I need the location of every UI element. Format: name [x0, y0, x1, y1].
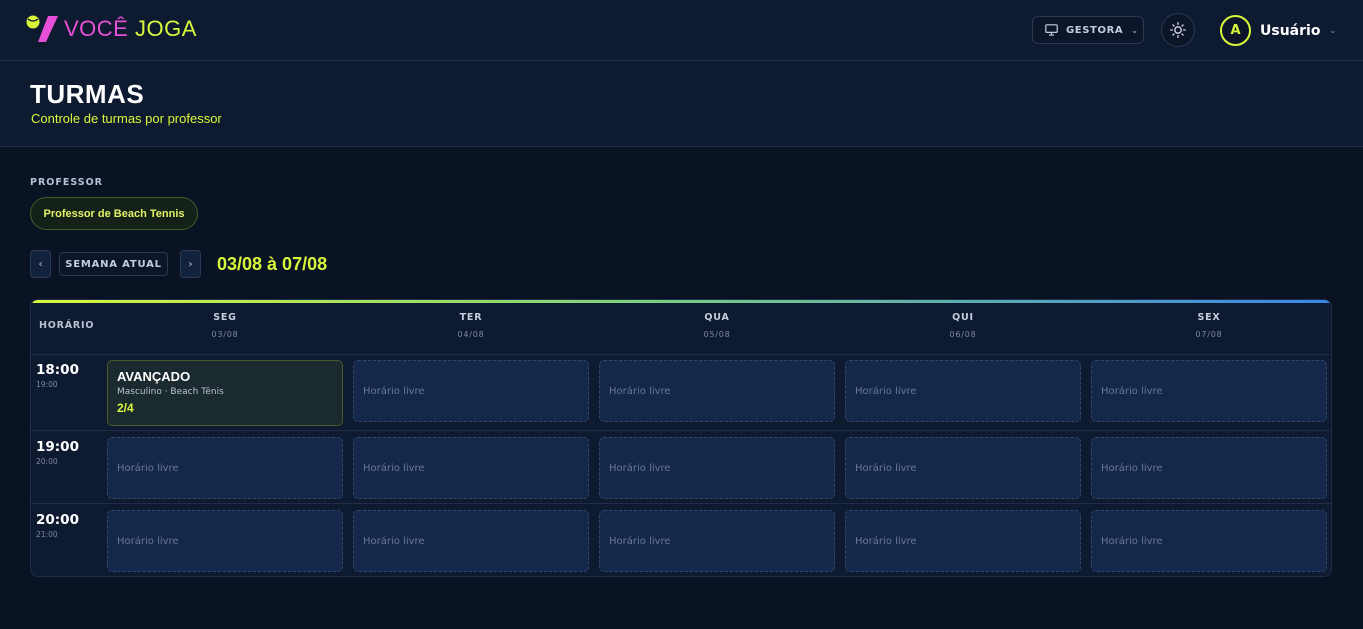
- row-divider: [31, 354, 1331, 355]
- free-slot[interactable]: Horário livre: [353, 437, 589, 499]
- day-date: 04/08: [457, 330, 485, 339]
- day-name: QUA: [704, 312, 730, 323]
- page-subtitle: Controle de turmas por professor: [31, 111, 222, 126]
- schedule-grid: HORÁRIO SEG 03/08 TER 04/08 QUA 05/08 QU…: [30, 299, 1332, 577]
- page-title: TURMAS: [30, 79, 145, 109]
- free-slot[interactable]: Horário livre: [1091, 510, 1327, 572]
- brand-joga: JOGA: [134, 16, 197, 41]
- day-name: SEX: [1197, 312, 1221, 323]
- time-slot-label: 19:00 20:00: [36, 439, 79, 466]
- day-header: SEX 07/08: [1091, 312, 1327, 339]
- free-slot[interactable]: Horário livre: [353, 510, 589, 572]
- chevron-right-icon: ›: [188, 258, 193, 270]
- chevron-left-icon: ‹: [38, 258, 43, 270]
- time-slot-label: 18:00 19:00: [36, 362, 79, 389]
- free-slot[interactable]: Horário livre: [1091, 360, 1327, 422]
- top-bar: VOCÊ JOGA GESTORA ⌄ A Usuário ⌄: [0, 0, 1363, 61]
- free-slot[interactable]: Horário livre: [845, 360, 1081, 422]
- free-slot[interactable]: Horário livre: [599, 360, 835, 422]
- free-slot[interactable]: Horário livre: [599, 437, 835, 499]
- time-slot-label: 20:00 21:00: [36, 512, 79, 539]
- user-name: Usuário: [1260, 22, 1321, 39]
- professor-chip[interactable]: Professor de Beach Tennis: [30, 197, 198, 230]
- theme-toggle-button[interactable]: [1161, 13, 1195, 47]
- chevron-down-icon: ⌄: [1131, 25, 1139, 35]
- time-start: 18:00: [36, 362, 79, 378]
- tennis-ball-icon: [26, 15, 58, 42]
- chevron-down-icon: ⌄: [1329, 26, 1337, 35]
- day-name: SEG: [213, 312, 237, 323]
- time-end: 20:00: [36, 457, 58, 466]
- week-range: 03/08 à 07/08: [217, 254, 328, 274]
- day-header: TER 04/08: [353, 312, 589, 339]
- time-start: 20:00: [36, 512, 79, 528]
- time-end: 21:00: [36, 530, 58, 539]
- sun-icon: [1170, 22, 1186, 38]
- free-slot[interactable]: Horário livre: [845, 510, 1081, 572]
- class-title: AVANÇADO: [117, 369, 191, 384]
- free-slot[interactable]: Horário livre: [353, 360, 589, 422]
- gradient-divider: [31, 300, 1331, 303]
- free-slot[interactable]: Horário livre: [599, 510, 835, 572]
- row-divider: [31, 503, 1331, 504]
- class-card[interactable]: AVANÇADO Masculino · Beach Tênis 2/4: [107, 360, 343, 426]
- day-name: TER: [459, 312, 483, 323]
- day-header: SEG 03/08: [107, 312, 343, 339]
- next-week-button[interactable]: ›: [180, 250, 201, 278]
- page-header: TURMAS Controle de turmas por professor: [0, 61, 1363, 147]
- brand-voce: VOCÊ: [64, 16, 129, 41]
- time-end: 19:00: [36, 380, 58, 389]
- class-occupancy: 2/4: [117, 401, 134, 415]
- free-slot[interactable]: Horário livre: [1091, 437, 1327, 499]
- day-date: 05/08: [703, 330, 731, 339]
- class-details: Masculino · Beach Tênis: [117, 387, 224, 397]
- day-date: 07/08: [1195, 330, 1223, 339]
- free-slot[interactable]: Horário livre: [107, 510, 343, 572]
- monitor-icon: [1045, 24, 1058, 36]
- day-header: QUA 05/08: [599, 312, 835, 339]
- free-slot[interactable]: Horário livre: [845, 437, 1081, 499]
- avatar: A: [1220, 15, 1251, 46]
- free-slot[interactable]: Horário livre: [107, 437, 343, 499]
- user-menu[interactable]: A Usuário ⌄: [1220, 15, 1336, 46]
- time-column-header: HORÁRIO: [39, 320, 95, 331]
- day-name: QUI: [952, 312, 974, 323]
- day-header: QUI 06/08: [845, 312, 1081, 339]
- time-start: 19:00: [36, 439, 79, 455]
- day-date: 06/08: [949, 330, 977, 339]
- day-date: 03/08: [211, 330, 239, 339]
- row-divider: [31, 430, 1331, 431]
- previous-week-button[interactable]: ‹: [30, 250, 51, 278]
- role-selector-button[interactable]: GESTORA ⌄: [1032, 16, 1144, 44]
- role-label: GESTORA: [1066, 24, 1124, 36]
- brand-logo[interactable]: VOCÊ JOGA: [26, 14, 197, 44]
- current-week-button[interactable]: SEMANA ATUAL: [59, 252, 168, 276]
- professor-label: PROFESSOR: [30, 177, 103, 188]
